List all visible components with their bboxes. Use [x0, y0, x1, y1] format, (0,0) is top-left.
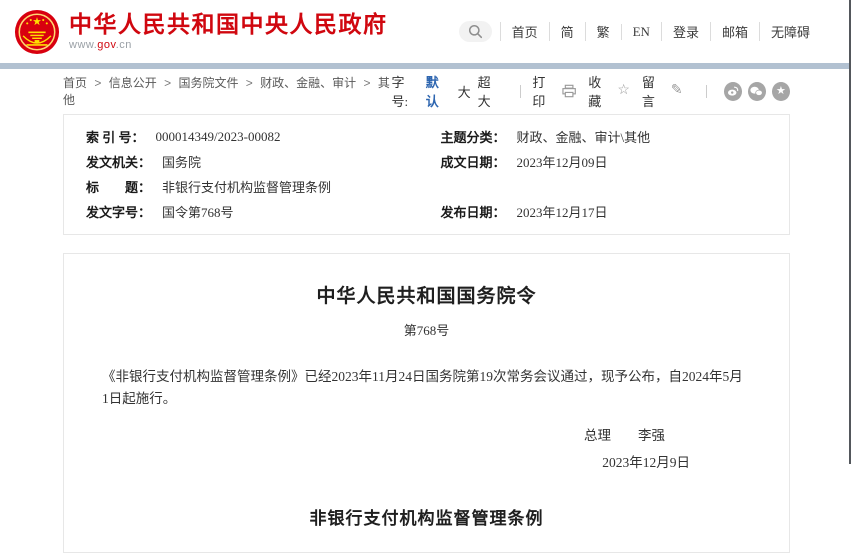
- wechat-icon: [750, 86, 763, 97]
- font-size-default-button[interactable]: 默认: [426, 72, 451, 110]
- breadcrumb-separator: >: [94, 76, 101, 90]
- brand-text: 中华人民共和国中央人民政府 www.gov.cn: [69, 12, 388, 51]
- signer-line: 总理 李强: [64, 424, 789, 444]
- meta-value: 非银行支付机构监督管理条例: [162, 177, 331, 196]
- meta-value: 国令第768号: [162, 202, 234, 221]
- meta-label: 发文机关：: [86, 152, 151, 171]
- meta-value: 2023年12月09日: [517, 152, 608, 171]
- meta-value: 000014349/2023-00082: [156, 129, 281, 145]
- site-logo-link[interactable]: 中华人民共和国中央人民政府 www.gov.cn: [14, 9, 388, 55]
- meta-title: 标 题： 非银行支付机构监督管理条例: [64, 177, 427, 196]
- comment-label: 留言: [642, 72, 666, 110]
- nav-item-accessibility[interactable]: 无障碍: [759, 22, 821, 41]
- share-wechat-button[interactable]: [748, 82, 766, 101]
- regulation-title: 非银行支付机构监督管理条例: [64, 504, 789, 529]
- meta-document-number: 发文字号： 国令第768号: [64, 202, 427, 221]
- nav-item-mail[interactable]: 邮箱: [710, 22, 759, 41]
- decree-number: 第768号: [64, 320, 789, 339]
- signature-date: 2023年12月9日: [64, 451, 789, 471]
- header-divider-bar: [0, 63, 851, 69]
- top-nav: 首页 简 繁 EN 登录 邮箱 无障碍: [459, 21, 821, 42]
- toolbar-row: 首页 > 信息公开 > 国务院文件 > 财政、金融、审计 > 其他 字号: 默认…: [63, 72, 790, 110]
- meta-row: 发文机关： 国务院 成文日期： 2023年12月09日: [64, 149, 789, 174]
- meta-label: 成文日期：: [441, 152, 506, 171]
- print-label: 打印: [532, 72, 557, 110]
- weibo-icon: [727, 85, 739, 97]
- tools-divider: [706, 85, 707, 98]
- meta-row: 标 题： 非银行支付机构监督管理条例: [64, 174, 789, 199]
- font-size-xlarge-button[interactable]: 超大: [478, 72, 503, 110]
- star-outline-icon: ☆: [617, 84, 630, 98]
- printer-icon: [562, 84, 576, 98]
- site-header: 中华人民共和国中央人民政府 www.gov.cn 首页 简 繁 EN 登录 邮箱…: [0, 0, 851, 63]
- breadcrumb-state-council-docs[interactable]: 国务院文件: [178, 76, 238, 90]
- meta-publish-date: 发布日期： 2023年12月17日: [427, 202, 790, 221]
- favorite-label: 收藏: [588, 72, 612, 110]
- font-size-label: 字号:: [392, 72, 420, 110]
- meta-label: 标 题：: [86, 177, 151, 196]
- page-body: 首页 > 信息公开 > 国务院文件 > 财政、金融、审计 > 其他 字号: 默认…: [63, 72, 790, 553]
- meta-written-date: 成文日期： 2023年12月09日: [427, 152, 790, 171]
- comment-button[interactable]: 留言 ✎: [642, 72, 683, 110]
- font-size-large-button[interactable]: 大: [458, 82, 471, 101]
- meta-label: 发布日期：: [441, 202, 506, 221]
- breadcrumb: 首页 > 信息公开 > 国务院文件 > 财政、金融、审计 > 其他: [63, 74, 392, 108]
- breadcrumb-finance-category[interactable]: 财政、金融、审计: [260, 76, 356, 90]
- breadcrumb-separator: >: [246, 76, 253, 90]
- nav-item-simplified[interactable]: 简: [549, 22, 585, 41]
- favorite-button[interactable]: 收藏 ☆: [588, 72, 630, 110]
- meta-issuing-agency: 发文机关： 国务院: [64, 152, 427, 171]
- meta-value: 国务院: [162, 152, 201, 171]
- meta-value: 财政、金融、审计\其他: [517, 127, 651, 146]
- document-metadata-box: 索 引 号： 000014349/2023-00082 主题分类： 财政、金融、…: [63, 114, 790, 235]
- site-url: www.gov.cn: [69, 39, 388, 51]
- meta-label: 发文字号：: [86, 202, 151, 221]
- share-favorite-button[interactable]: ★: [772, 82, 790, 101]
- breadcrumb-separator: >: [164, 76, 171, 90]
- nav-item-login[interactable]: 登录: [661, 22, 710, 41]
- meta-index-number: 索 引 号： 000014349/2023-00082: [64, 127, 427, 146]
- site-url-cn: .cn: [116, 39, 132, 51]
- meta-value: 2023年12月17日: [517, 202, 608, 221]
- page-tools: 字号: 默认 大 超大 打印 收藏 ☆ 留言 ✎: [392, 72, 790, 110]
- meta-label: 主题分类：: [441, 127, 506, 146]
- meta-row: 索 引 号： 000014349/2023-00082 主题分类： 财政、金融、…: [64, 124, 789, 149]
- breadcrumb-info-disclosure[interactable]: 信息公开: [109, 76, 157, 90]
- national-emblem-icon: [14, 9, 60, 55]
- site-url-gov: gov: [97, 39, 115, 51]
- site-title: 中华人民共和国中央人民政府: [69, 12, 388, 37]
- search-icon: [468, 24, 483, 39]
- nav-item-home[interactable]: 首页: [500, 22, 549, 41]
- decree-body-paragraph: 《非银行支付机构监督管理条例》已经2023年11月24日国务院第19次常务会议通…: [64, 366, 789, 411]
- nav-item-traditional[interactable]: 繁: [585, 22, 621, 41]
- site-url-www: www.: [69, 39, 97, 51]
- meta-label: 索 引 号：: [86, 127, 145, 146]
- breadcrumb-home[interactable]: 首页: [63, 76, 87, 90]
- meta-row: 发文字号： 国令第768号 发布日期： 2023年12月17日: [64, 199, 789, 224]
- decree-title: 中华人民共和国国务院令: [64, 281, 789, 308]
- print-button[interactable]: 打印: [532, 72, 576, 110]
- pencil-icon: ✎: [671, 84, 683, 98]
- star-icon: ★: [776, 86, 786, 97]
- share-weibo-button[interactable]: [724, 82, 742, 101]
- document-content-box: 中华人民共和国国务院令 第768号 《非银行支付机构监督管理条例》已经2023年…: [63, 253, 790, 553]
- signature-block: 总理 李强 2023年12月9日: [64, 424, 789, 471]
- nav-item-english[interactable]: EN: [621, 24, 661, 40]
- search-button[interactable]: [459, 21, 492, 42]
- meta-topic-category: 主题分类： 财政、金融、审计\其他: [427, 127, 790, 146]
- tools-divider: [520, 85, 521, 98]
- breadcrumb-separator: >: [364, 76, 371, 90]
